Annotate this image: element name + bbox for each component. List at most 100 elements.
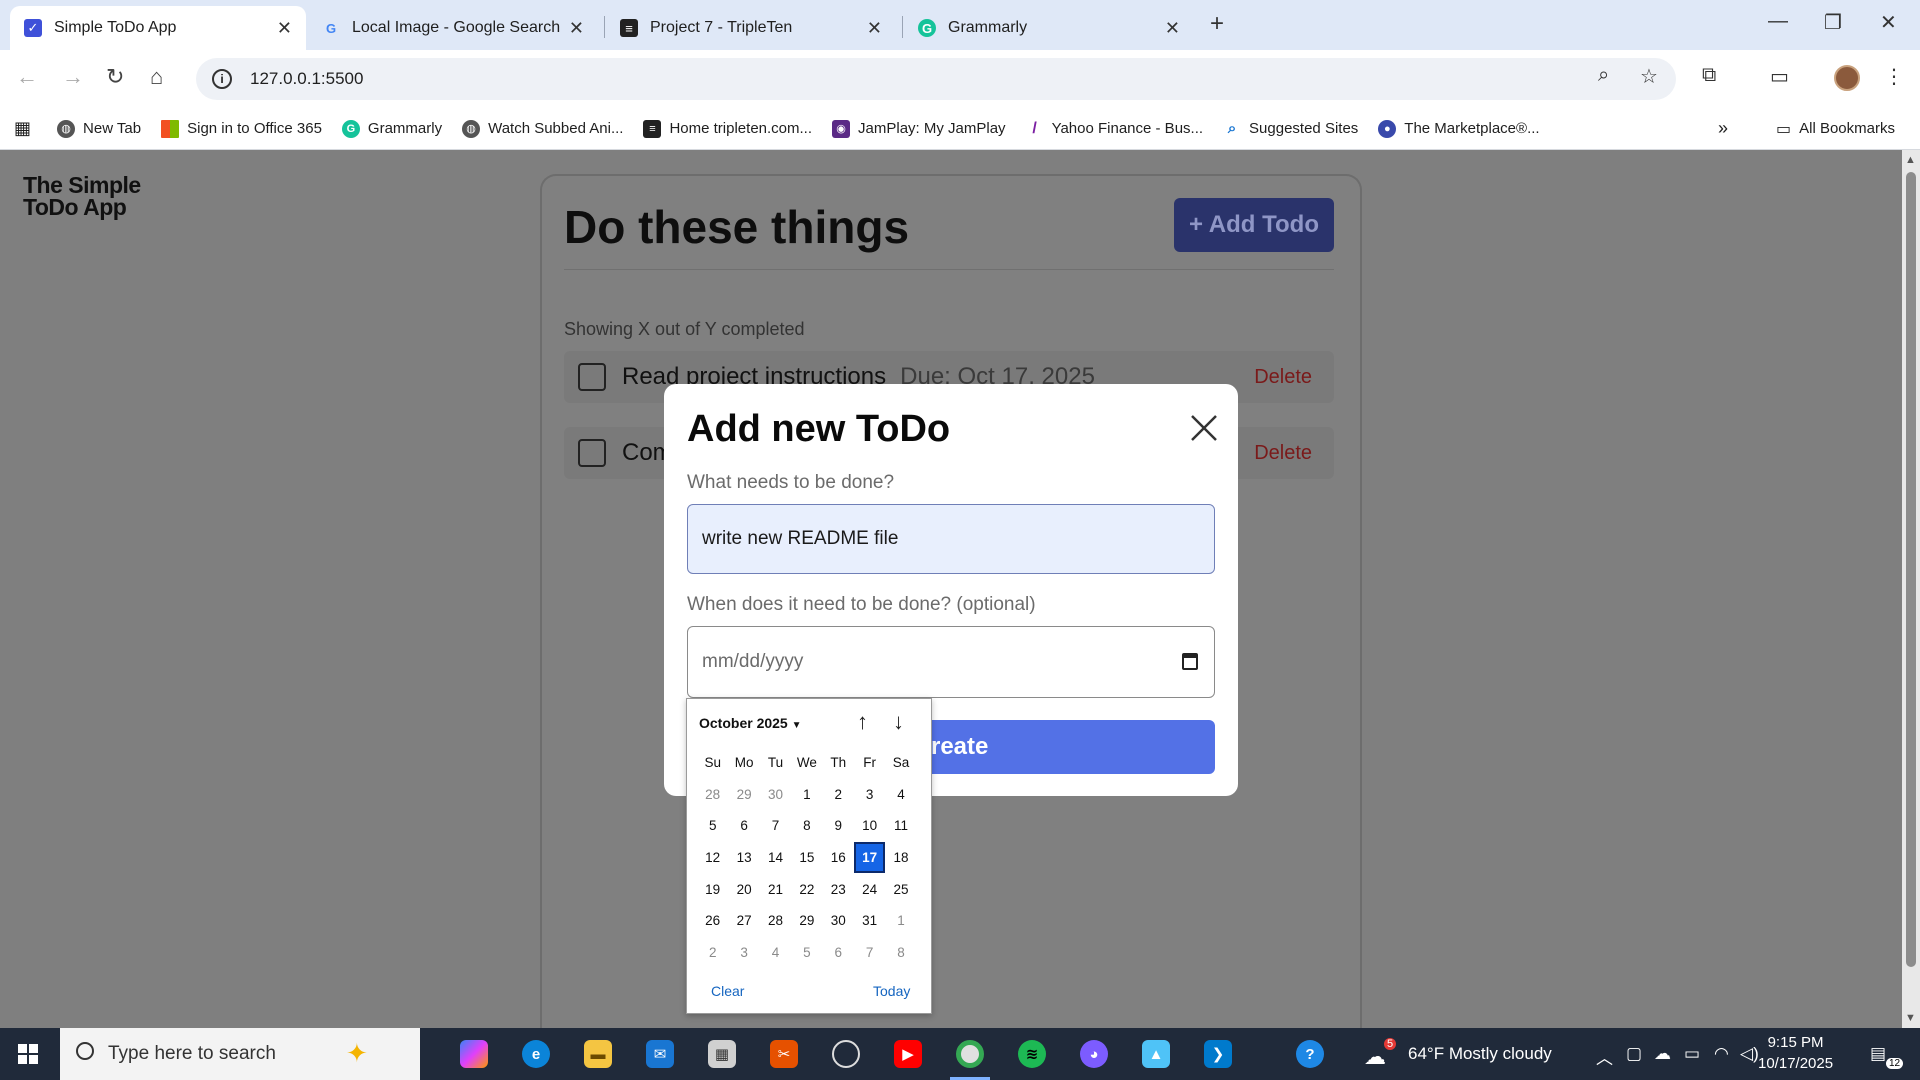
- clear-button[interactable]: Clear: [711, 983, 744, 999]
- wifi-icon[interactable]: ◠: [1714, 1044, 1729, 1064]
- edge-icon[interactable]: e: [522, 1040, 550, 1068]
- calendar-day[interactable]: 4: [760, 937, 791, 969]
- calendar-day[interactable]: 19: [697, 873, 728, 905]
- chrome-icon[interactable]: [956, 1040, 984, 1068]
- calendar-day[interactable]: 9: [823, 810, 854, 842]
- calendar-day[interactable]: 12: [697, 842, 728, 874]
- calendar-day[interactable]: 28: [697, 779, 728, 811]
- extensions-icon[interactable]: ⧉: [1702, 64, 1716, 87]
- add-todo-button[interactable]: + Add Todo: [1174, 198, 1334, 252]
- scroll-thumb[interactable]: [1906, 172, 1916, 967]
- calendar-day[interactable]: 28: [760, 905, 791, 937]
- calendar-day[interactable]: 29: [728, 779, 759, 811]
- close-tab-icon[interactable]: ✕: [569, 18, 584, 39]
- today-button[interactable]: Today: [873, 983, 910, 999]
- youtube-icon[interactable]: ▶: [894, 1040, 922, 1068]
- calendar-day[interactable]: 4: [885, 779, 916, 811]
- month-selector[interactable]: October 2025 ▼: [699, 715, 802, 731]
- help-icon[interactable]: ?: [1296, 1040, 1324, 1068]
- back-icon[interactable]: ←: [16, 64, 38, 90]
- page-scrollbar[interactable]: ▲ ▼: [1902, 150, 1920, 1028]
- tab-google-search[interactable]: G Local Image - Google Search ✕: [308, 6, 598, 50]
- photos-icon[interactable]: ▲: [1142, 1040, 1170, 1068]
- calendar-day[interactable]: 14: [760, 842, 791, 874]
- close-window-icon[interactable]: ✕: [1880, 10, 1897, 35]
- calendar-day[interactable]: 22: [791, 873, 822, 905]
- calendar-day[interactable]: 3: [728, 937, 759, 969]
- obs-icon[interactable]: [832, 1040, 860, 1068]
- tab-grammarly[interactable]: G Grammarly ✕: [904, 6, 1194, 50]
- system-clock[interactable]: 9:15 PM 10/17/2025: [1758, 1032, 1833, 1074]
- calendar-day[interactable]: 2: [697, 937, 728, 969]
- chevron-up-icon[interactable]: ︿: [1596, 1044, 1613, 1069]
- delete-button[interactable]: Delete: [1254, 366, 1312, 389]
- bookmark-tripleten[interactable]: ≡ Home tripleten.com...: [643, 119, 812, 138]
- calendar-day[interactable]: 8: [791, 810, 822, 842]
- calendar-day[interactable]: 23: [823, 873, 854, 905]
- menu-icon[interactable]: ⋮: [1884, 64, 1904, 89]
- calendar-day[interactable]: 10: [854, 810, 885, 842]
- forward-icon[interactable]: →: [62, 64, 84, 90]
- scroll-up-icon[interactable]: ▲: [1905, 154, 1916, 166]
- calendar-day[interactable]: 18: [885, 842, 916, 874]
- calendar-day[interactable]: 6: [823, 937, 854, 969]
- calendar-day[interactable]: 16: [823, 842, 854, 874]
- calendar-day[interactable]: 26: [697, 905, 728, 937]
- taskbar-search[interactable]: Type here to search ✦: [60, 1028, 420, 1080]
- bookmark-yahoo[interactable]: / Yahoo Finance - Bus...: [1026, 120, 1203, 138]
- bookmark-star-icon[interactable]: ☆: [1640, 64, 1658, 89]
- calendar-day[interactable]: 8: [885, 937, 916, 969]
- calendar-day[interactable]: 7: [854, 937, 885, 969]
- discord-icon[interactable]: ◕: [1080, 1040, 1108, 1068]
- calendar-day[interactable]: 30: [760, 779, 791, 811]
- next-month-icon[interactable]: ↓: [893, 709, 904, 735]
- meet-icon[interactable]: ▢: [1626, 1044, 1642, 1064]
- address-bar[interactable]: i 127.0.0.1:5500: [196, 58, 1676, 100]
- spotify-icon[interactable]: ≋: [1018, 1040, 1046, 1068]
- more-bookmarks-icon[interactable]: »: [1718, 118, 1728, 139]
- calendar-day[interactable]: 11: [885, 810, 916, 842]
- calendar-day[interactable]: 30: [823, 905, 854, 937]
- battery-icon[interactable]: ▭: [1684, 1044, 1700, 1064]
- todo-checkbox[interactable]: [578, 439, 606, 467]
- calendar-day[interactable]: 5: [697, 810, 728, 842]
- close-tab-icon[interactable]: ✕: [867, 18, 882, 39]
- calendar-day[interactable]: 24: [854, 873, 885, 905]
- snip-tool-icon[interactable]: ✂: [770, 1040, 798, 1068]
- bookmark-jamplay[interactable]: ◉ JamPlay: My JamPlay: [832, 119, 1006, 138]
- calendar-day[interactable]: 6: [728, 810, 759, 842]
- calendar-day[interactable]: 31: [854, 905, 885, 937]
- cloud-icon[interactable]: ☁: [1654, 1044, 1671, 1064]
- tab-tripleten[interactable]: ≡ Project 7 - TripleTen ✕: [606, 6, 896, 50]
- bookmark-grammarly[interactable]: G Grammarly: [341, 119, 442, 138]
- todo-checkbox[interactable]: [578, 363, 606, 391]
- calendar-day[interactable]: 15: [791, 842, 822, 874]
- calendar-day[interactable]: 7: [760, 810, 791, 842]
- close-tab-icon[interactable]: ✕: [1165, 18, 1180, 39]
- bookmark-office[interactable]: Sign in to Office 365: [161, 119, 322, 138]
- calendar-day[interactable]: 3: [854, 779, 885, 811]
- calendar-day[interactable]: 27: [728, 905, 759, 937]
- prev-month-icon[interactable]: ↑: [857, 709, 868, 735]
- calendar-day[interactable]: 29: [791, 905, 822, 937]
- copilot-icon[interactable]: [460, 1040, 488, 1068]
- bookmark-new-tab[interactable]: ◍ New Tab: [57, 119, 141, 138]
- reload-icon[interactable]: ↻: [106, 64, 124, 90]
- weather-icon[interactable]: ☁: [1364, 1044, 1386, 1070]
- tab-search-icon[interactable]: ▭: [1770, 64, 1789, 89]
- outlook-icon[interactable]: ✉: [646, 1040, 674, 1068]
- zoom-icon[interactable]: ⌕: [1598, 64, 1609, 87]
- tab-simple-todo[interactable]: ✓ Simple ToDo App ✕: [10, 6, 306, 50]
- calendar-day[interactable]: 1: [885, 905, 916, 937]
- site-info-icon[interactable]: i: [212, 69, 232, 89]
- calendar-day[interactable]: 17: [853, 841, 886, 874]
- calendar-day[interactable]: 20: [728, 873, 759, 905]
- minimize-icon[interactable]: —: [1768, 10, 1788, 33]
- bookmark-suggested[interactable]: ⌕ Suggested Sites: [1223, 120, 1358, 138]
- close-tab-icon[interactable]: ✕: [277, 18, 292, 39]
- weather-text[interactable]: 64°F Mostly cloudy: [1408, 1044, 1552, 1064]
- calendar-day[interactable]: 25: [885, 873, 916, 905]
- home-icon[interactable]: ⌂: [150, 64, 163, 90]
- restore-icon[interactable]: ❐: [1824, 10, 1842, 35]
- vscode-icon[interactable]: ❯: [1204, 1040, 1232, 1068]
